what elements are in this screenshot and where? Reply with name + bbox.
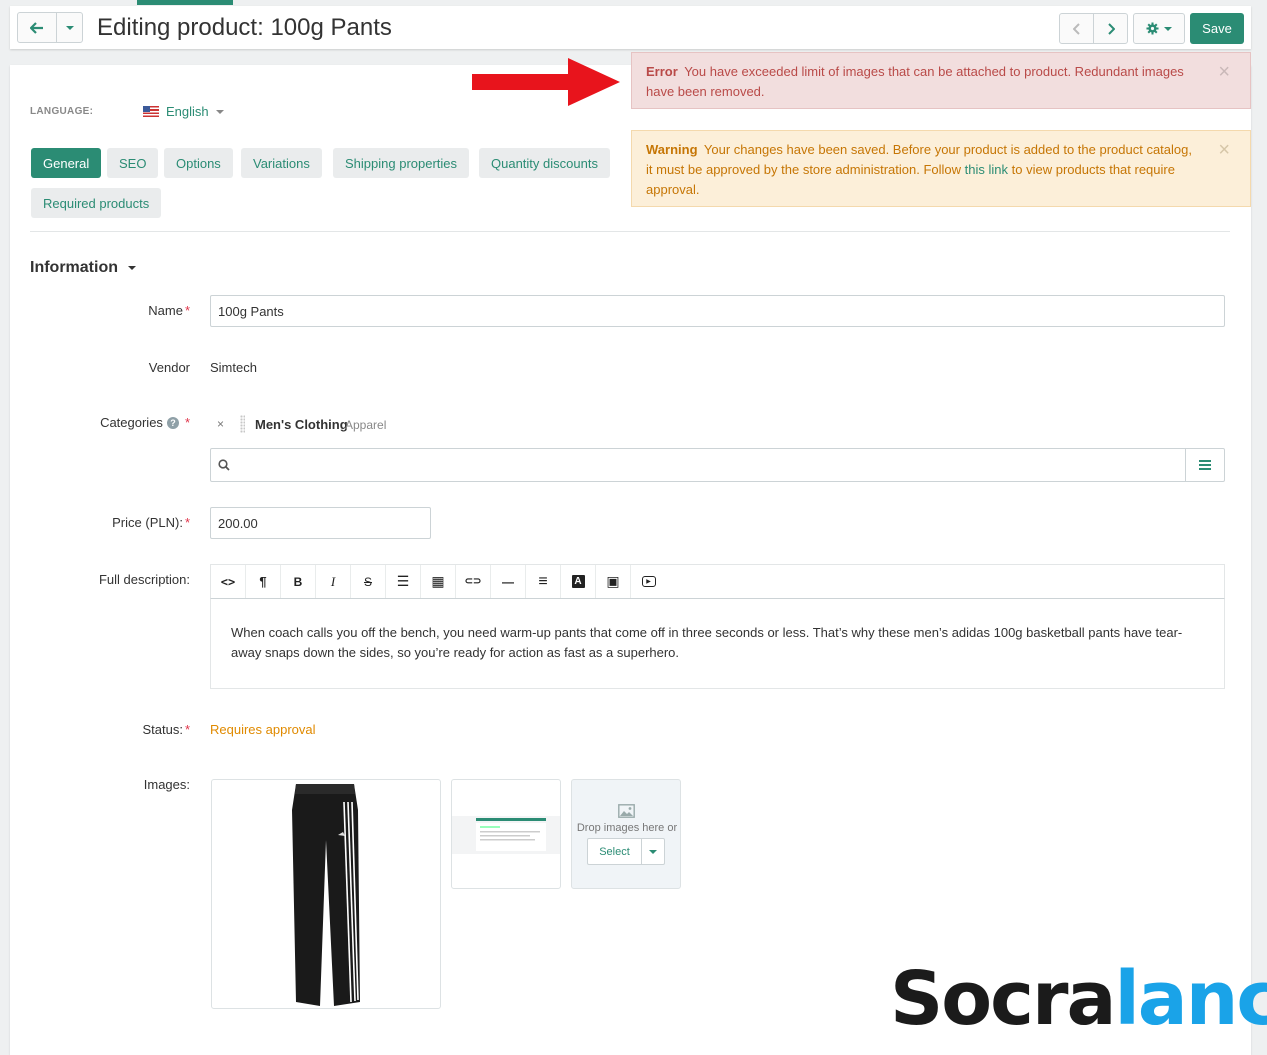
tab-variations[interactable]: Variations: [241, 148, 322, 178]
paragraph-icon[interactable]: ¶: [246, 565, 281, 598]
next-product-button[interactable]: [1093, 13, 1128, 44]
category-search-input[interactable]: [210, 448, 1186, 482]
chevron-down-icon: [1164, 26, 1172, 31]
link-icon[interactable]: ⊂⊃: [456, 565, 491, 598]
drag-handle-icon[interactable]: [240, 415, 245, 433]
code-icon[interactable]: <>: [211, 565, 246, 598]
section-title: Information: [30, 259, 118, 276]
save-button[interactable]: Save: [1190, 13, 1244, 44]
name-label: Name *: [148, 303, 190, 318]
search-icon: [218, 459, 230, 471]
remove-category-icon[interactable]: ×: [217, 417, 224, 431]
chevron-down-icon: [65, 25, 74, 30]
image-placeholder-icon: [618, 804, 635, 818]
top-bar: Editing product: 100g Pants Save: [10, 0, 1251, 49]
us-flag-icon: [143, 106, 159, 117]
italic-icon[interactable]: I: [316, 565, 351, 598]
language-selector[interactable]: English: [143, 104, 224, 119]
price-input[interactable]: 200.00: [210, 507, 431, 539]
strikethrough-icon[interactable]: S: [351, 565, 386, 598]
font-color-icon[interactable]: A: [561, 565, 596, 598]
chevron-down-icon: [649, 849, 657, 854]
warning-alert: Warning Your changes have been saved. Be…: [631, 130, 1251, 207]
close-icon[interactable]: ×: [1218, 62, 1230, 82]
video-icon[interactable]: ▶: [631, 565, 666, 598]
error-title: Error: [646, 64, 678, 79]
help-icon[interactable]: ?: [166, 416, 179, 429]
status-label: Status: *: [142, 722, 190, 737]
divider: [30, 231, 1230, 232]
language-label: LANGUAGE:: [30, 106, 94, 117]
vendor-value: Simtech: [210, 360, 257, 375]
error-alert: Error You have exceeded limit of images …: [631, 52, 1251, 109]
image-icon[interactable]: ▣: [596, 565, 631, 598]
font-color-glyph: A: [571, 575, 585, 588]
active-menu-indicator: [137, 0, 233, 5]
gear-icon: [1146, 22, 1159, 35]
tab-shipping-properties[interactable]: Shipping properties: [333, 148, 470, 178]
categories-label: Categories ? *: [100, 415, 190, 430]
video-glyph: ▶: [641, 576, 656, 587]
category-name: Men's Clothing: [255, 417, 348, 432]
tab-general[interactable]: General: [31, 148, 102, 178]
back-button[interactable]: [17, 12, 57, 43]
status-value: Requires approval: [210, 722, 316, 737]
image-dropzone[interactable]: Drop images here or Select: [571, 779, 681, 889]
language-value: English: [166, 104, 209, 119]
chevron-left-icon: [1072, 22, 1080, 35]
chevron-down-icon: [215, 109, 224, 114]
product-image-thumbnail[interactable]: [451, 779, 561, 889]
product-image-main[interactable]: [211, 779, 441, 1009]
pants-image: [292, 784, 360, 1006]
screenshot-thumbnail-image: [452, 816, 560, 854]
images-label: Images:: [143, 777, 190, 792]
information-section-toggle[interactable]: Information: [30, 259, 136, 277]
editor-toolbar: <> ¶ B I S ☰ ▦ ⊂⊃ — ≡ A ▣ ▶: [210, 564, 1225, 599]
list-icon[interactable]: ☰: [386, 565, 421, 598]
horizontal-rule-icon[interactable]: —: [491, 565, 526, 598]
page-title: Editing product: 100g Pants: [97, 14, 392, 41]
prev-product-button[interactable]: [1059, 13, 1094, 44]
chevron-right-icon: [1107, 22, 1115, 35]
select-image-button[interactable]: Select: [587, 838, 642, 865]
select-image-dropdown[interactable]: [641, 838, 665, 865]
error-message: You have exceeded limit of images that c…: [646, 64, 1184, 99]
align-icon[interactable]: ≡: [526, 565, 561, 598]
watermark-logo: Socralance: [890, 956, 1267, 1042]
red-arrow-annotation: [472, 58, 620, 106]
chevron-down-icon: [128, 266, 136, 270]
price-label: Price (PLN): *: [112, 515, 190, 530]
close-icon[interactable]: ×: [1218, 140, 1230, 160]
bold-icon[interactable]: B: [281, 565, 316, 598]
settings-dropdown-button[interactable]: [1133, 13, 1185, 44]
tab-required-products[interactable]: Required products: [31, 188, 162, 218]
warning-title: Warning: [646, 142, 698, 157]
description-label: Full description:: [98, 572, 190, 587]
product-form-panel: LANGUAGE: English General SEO Options Va…: [10, 65, 1251, 1055]
table-icon[interactable]: ▦: [421, 565, 456, 598]
category-picker-button[interactable]: [1185, 448, 1225, 482]
list-icon: [1199, 460, 1211, 470]
tab-seo[interactable]: SEO: [107, 148, 159, 178]
vendor-label: Vendor: [148, 360, 190, 375]
name-input[interactable]: 100g Pants: [210, 295, 1225, 327]
tab-options[interactable]: Options: [164, 148, 233, 178]
back-dropdown-button[interactable]: [56, 12, 83, 43]
category-parent: Apparel: [345, 418, 387, 432]
tab-quantity-discounts[interactable]: Quantity discounts: [479, 148, 610, 178]
description-editor[interactable]: When coach calls you off the bench, you …: [210, 599, 1225, 689]
arrow-left-icon: [30, 21, 43, 34]
drop-images-text: Drop images here or: [576, 822, 678, 834]
approval-link[interactable]: this link: [965, 162, 1008, 177]
